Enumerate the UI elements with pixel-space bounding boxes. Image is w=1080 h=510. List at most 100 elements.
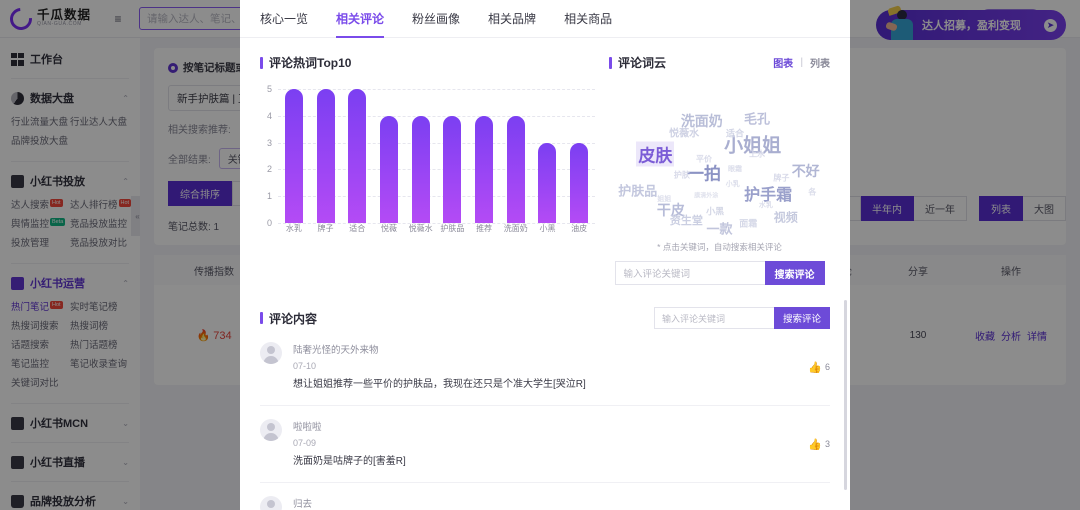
comments-title: 评论内容 [269, 311, 318, 326]
wordcloud-word-19[interactable]: 小黑 [706, 205, 724, 218]
avatar [260, 342, 282, 364]
wordcloud-word-24[interactable]: 膜清外涂 [694, 190, 718, 199]
comment-author[interactable]: 归去 [293, 496, 808, 510]
bar-油皮[interactable] [570, 142, 589, 223]
comments-search-input[interactable]: 输入评论关键词 [653, 307, 774, 329]
y-tick-2: 2 [266, 164, 272, 175]
thumbs-up-icon: 👍 [808, 361, 822, 374]
bar-小黑[interactable] [538, 142, 557, 223]
like-number: 3 [824, 439, 830, 449]
bar-slot-4[interactable] [405, 89, 437, 223]
bar-slot-8[interactable] [532, 89, 564, 223]
x-label-3: 悦薇 [380, 224, 397, 233]
wordcloud-word-6[interactable]: 护肤品 [618, 181, 657, 200]
bar-slot-3[interactable] [373, 89, 405, 223]
hotwords-panel: 评论热词Top10 0 1 2 3 4 5 水乳 牌子 适合 悦薇 悦薇水 护肤品 推荐 洗面奶 小黑 油皮 [260, 54, 595, 285]
wordcloud-word-8[interactable]: 一款 [706, 218, 732, 237]
bar-slot-1[interactable] [310, 89, 342, 223]
comment-author[interactable]: 啦啦啦 [293, 419, 808, 433]
bar-slot-9[interactable] [563, 89, 595, 223]
comments-list: 陆奢光怪的天外来物 07-10 想让姐姐推荐一些平价的护肤品，我现在还只是个准大学生… [260, 329, 830, 510]
comment-body: 归去07-14资生堂悦薇水乳 是什么年龄阶段用的 [293, 496, 808, 510]
wordcloud-note: * 点击关键词，自动搜索相关评论 [657, 242, 782, 252]
y-tick-4: 4 [266, 110, 272, 121]
wordcloud-search-button[interactable]: 搜索评论 [764, 261, 825, 285]
wordcloud-word-0[interactable]: 皮肤 [636, 141, 675, 167]
wordcloud-view-list[interactable]: 列表 [810, 55, 830, 70]
bar-slot-5[interactable] [437, 89, 469, 223]
bar-适合[interactable] [348, 89, 367, 223]
modal-tab-3[interactable]: 相关品牌 [488, 0, 536, 38]
comment-item: 陆奢光怪的天外来物 07-10 想让姐姐推荐一些平价的护肤品，我现在还只是个准大学生… [260, 329, 830, 406]
comment-text: 想让姐姐推荐一些平价的护肤品，我现在还只是个准大学生[哭泣R] [293, 379, 586, 390]
bar-slot-6[interactable] [468, 89, 500, 223]
wordcloud-word-23[interactable]: 水乳 [759, 200, 773, 210]
avatar [260, 496, 282, 510]
bar-牌子[interactable] [316, 89, 335, 223]
y-tick-0: 0 [266, 218, 272, 228]
comments-header: 评论内容 输入评论关键词 搜索评论 [260, 307, 830, 329]
x-label-9: 油皮 [571, 224, 588, 233]
bar-slot-0[interactable] [278, 89, 310, 223]
comment-body: 啦啦啦 07-09 洗面奶是咕牌子的[害羞R] [293, 419, 808, 469]
wordcloud-view-chart[interactable]: 图表 [773, 55, 793, 70]
wordcloud-search: 输入评论关键词 搜索评论 [609, 261, 830, 285]
x-label-0: 水乳 [285, 224, 302, 233]
wordcloud-word-16[interactable]: 上水 [749, 149, 765, 160]
bar-悦薇[interactable] [379, 115, 398, 223]
chart-y-axis: 0 1 2 3 4 5 [260, 84, 276, 228]
wordcloud-word-18[interactable]: 护肤 [674, 170, 690, 181]
wordcloud-word-21[interactable]: 眼霜 [728, 164, 742, 174]
x-label-7: 洗面奶 [503, 224, 528, 233]
modal-tab-bar: 核心一览 相关评论 粉丝画像 相关品牌 相关商品 [240, 0, 850, 38]
wordcloud-word-13[interactable]: 资生堂 [670, 212, 703, 228]
wordcloud-word-10[interactable]: 毛孔 [744, 109, 770, 128]
comment-date: 07-10 [293, 361, 317, 371]
wordcloud-word-17[interactable]: 牌子 [773, 173, 789, 184]
comment-author[interactable]: 陆奢光怪的天外来物 [293, 342, 808, 356]
bar-悦薇水[interactable] [411, 115, 430, 223]
comments-search-button[interactable]: 搜索评论 [773, 307, 830, 329]
chart-bars [278, 89, 595, 223]
wordcloud-search-input[interactable]: 输入评论关键词 [614, 261, 765, 285]
comment-date: 07-09 [293, 438, 317, 448]
modal-tab-2[interactable]: 粉丝画像 [412, 0, 460, 38]
bar-护肤品[interactable] [443, 115, 462, 223]
modal-scrollbar[interactable] [844, 300, 847, 490]
wordcloud-word-15[interactable]: 平价 [696, 153, 712, 164]
bar-推荐[interactable] [475, 115, 494, 223]
x-label-5: 护肤品 [440, 224, 465, 233]
x-label-6: 推荐 [476, 224, 493, 233]
comment-body: 陆奢光怪的天外来物 07-10 想让姐姐推荐一些平价的护肤品，我现在还只是个准大学生… [293, 342, 808, 392]
bar-slot-2[interactable] [341, 89, 373, 223]
chart-plot-area [278, 89, 595, 224]
bar-洗面奶[interactable] [506, 115, 525, 223]
wordcloud-word-12[interactable]: 适合 [726, 127, 744, 140]
wordcloud-word-5[interactable]: 不好 [792, 161, 820, 181]
wordcloud-word-9[interactable]: 视频 [774, 209, 798, 226]
modal-tab-1[interactable]: 相关评论 [336, 0, 385, 38]
modal-tab-4[interactable]: 相关商品 [564, 0, 612, 38]
comment-like-count[interactable]: 👍 3 [808, 419, 830, 469]
comments-search-placeholder: 输入评论关键词 [661, 313, 725, 324]
comment-like-count[interactable]: 👍 6 [808, 342, 830, 392]
wordcloud-view-separator: | [800, 57, 803, 68]
title-accent-bar [609, 56, 612, 69]
like-number: 6 [824, 362, 830, 372]
x-label-8: 小黑 [539, 224, 556, 233]
wordcloud-word-20[interactable]: 姐姐 [657, 194, 671, 204]
bar-水乳[interactable] [284, 89, 303, 223]
y-tick-1: 1 [266, 191, 272, 202]
wordcloud-word-22[interactable]: 小乳 [726, 179, 740, 189]
modal-tab-0[interactable]: 核心一览 [260, 0, 308, 38]
wordcloud-title: 评论词云 [618, 56, 667, 70]
thumbs-up-icon: 👍 [808, 438, 822, 451]
wordcloud-word-11[interactable]: 悦薇水 [669, 124, 699, 139]
comment-like-count[interactable]: 👍2 [808, 496, 830, 510]
comment-item: 归去07-14资生堂悦薇水乳 是什么年龄阶段用的👍2 [260, 483, 830, 510]
wordcloud-word-25[interactable]: 各 [808, 186, 816, 197]
hotwords-title-row: 评论热词Top10 [260, 54, 595, 71]
app-root: 千瓜数据 QIAN-GUA.COM ≡ 请输入达人、笔记、品牌等搜索 ? ✉ 普… [0, 0, 1080, 510]
bar-slot-7[interactable] [500, 89, 532, 223]
wordcloud-word-14[interactable]: 面霜 [739, 217, 757, 230]
